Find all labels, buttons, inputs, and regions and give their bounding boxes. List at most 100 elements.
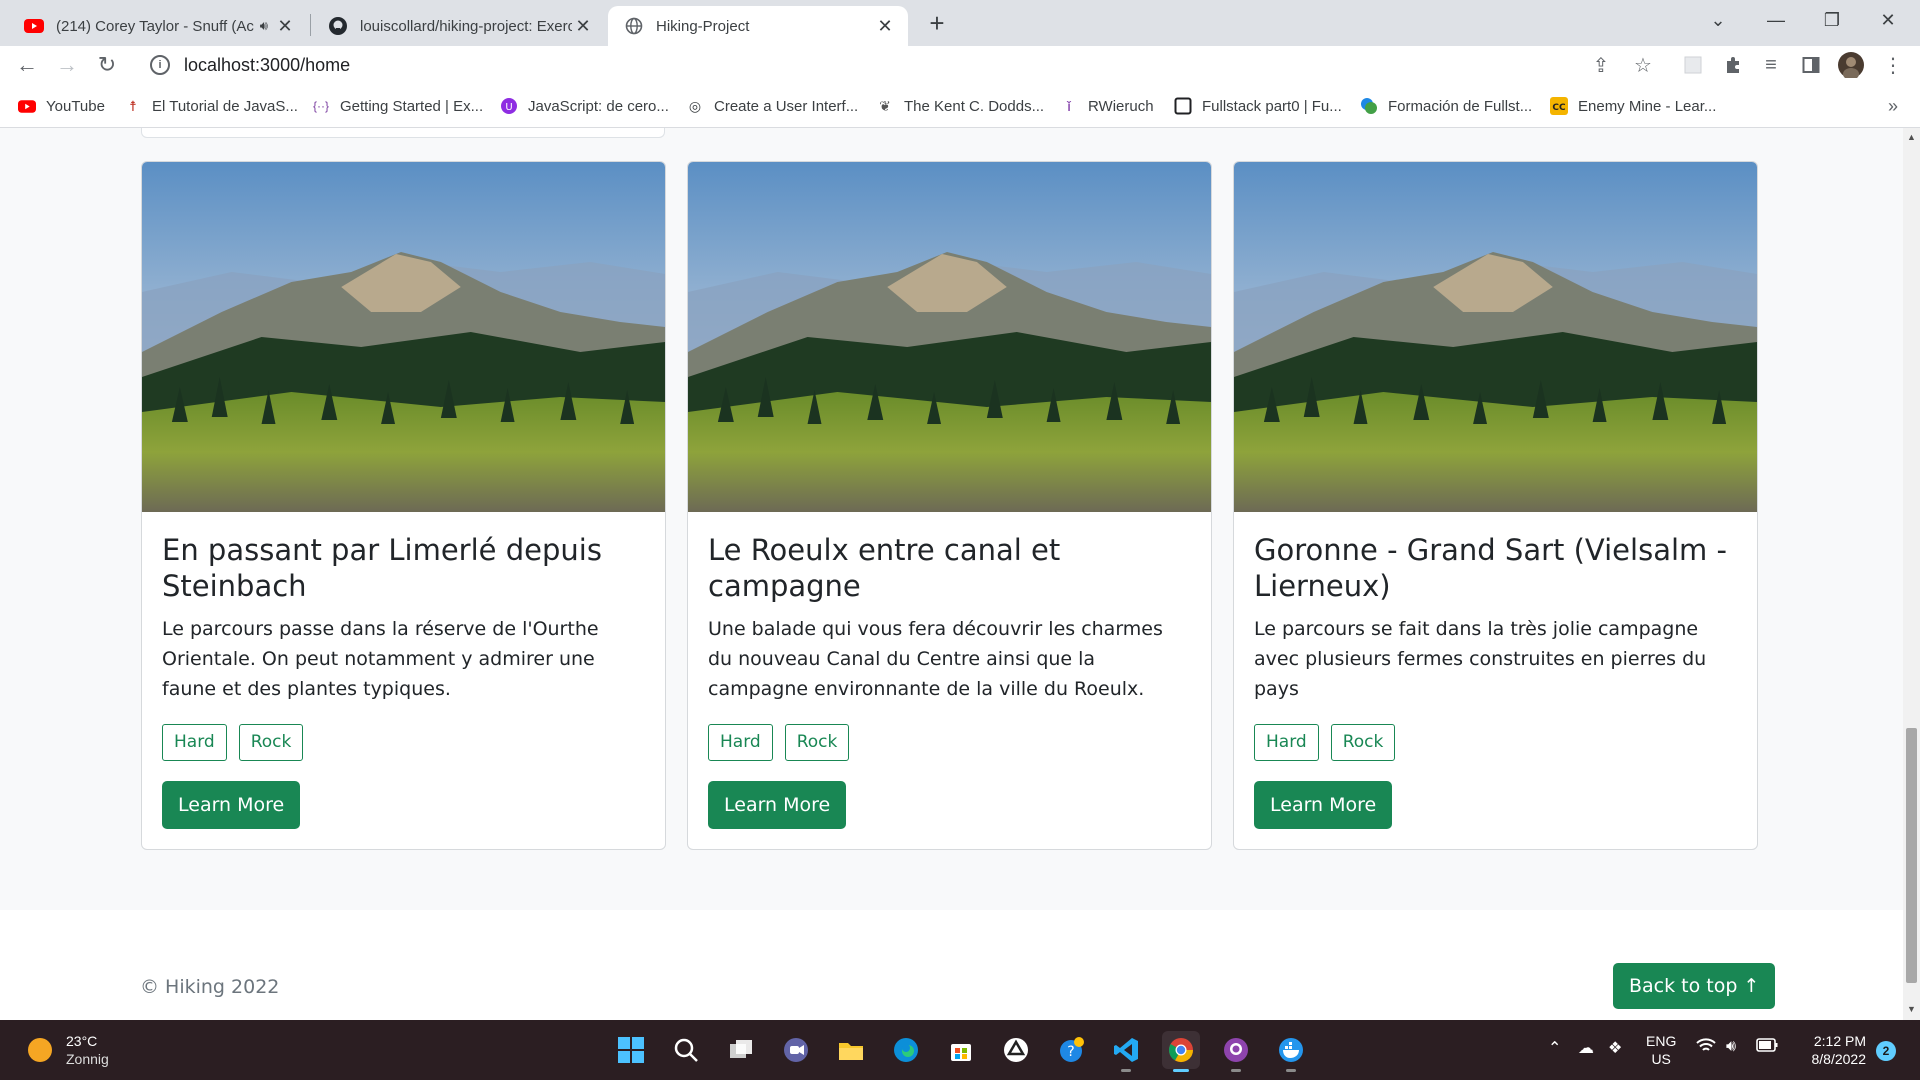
browser-tab-youtube[interactable]: (214) Corey Taylor - Snuff (Ac 🔊︎ ✕ [8, 6, 308, 46]
bookmark-item[interactable]: CC Enemy Mine - Lear... [1550, 94, 1716, 118]
volume-icon[interactable]: 🔊︎ [1726, 1038, 1736, 1056]
bookmark-item[interactable]: Fullstack part0 | Fu... [1174, 94, 1342, 118]
more-bookmarks-icon[interactable]: » [1888, 96, 1898, 117]
clock-time: 2:12 PM [1813, 1033, 1866, 1049]
search-icon[interactable] [667, 1031, 705, 1069]
restore-icon[interactable]: ❐ [1804, 0, 1860, 40]
github-desktop-icon[interactable] [1217, 1031, 1255, 1072]
weather-desc: Zonnig [66, 1051, 109, 1067]
terrain-badge: Rock [1330, 724, 1396, 761]
bookmark-item[interactable]: ❦ The Kent C. Dodds... [876, 94, 1044, 118]
card-description: Le parcours se fait dans la très jolie c… [1254, 618, 1707, 700]
copyright-text: © Hiking 2022 [140, 976, 280, 998]
battery-icon[interactable] [1756, 1038, 1778, 1057]
reload-icon[interactable]: ↻ [90, 48, 124, 82]
reading-list-icon[interactable]: ≡ [1758, 52, 1784, 78]
scrollbar-thumb[interactable] [1906, 728, 1917, 983]
task-view-icon[interactable] [722, 1031, 760, 1069]
terrain-badge: Rock [784, 724, 850, 761]
sun-icon [28, 1038, 52, 1062]
browser-tab-hiking-project[interactable]: Hiking-Project ✕ [608, 6, 908, 46]
active-indicator [1173, 1069, 1189, 1072]
minimize-icon[interactable]: — [1748, 0, 1804, 40]
edge-icon[interactable] [887, 1031, 925, 1069]
close-tab-icon[interactable]: ✕ [874, 15, 896, 37]
scroll-up-icon[interactable]: ▲ [1907, 132, 1916, 142]
url-text: localhost:3000/home [184, 54, 351, 75]
glasses-icon: ◎ [688, 97, 702, 114]
learn-more-button[interactable]: Learn More [162, 781, 301, 829]
github-icon [328, 16, 348, 36]
help-icon[interactable]: ? [1052, 1031, 1090, 1069]
bookmark-item[interactable]: {··} Getting Started | Ex... [312, 94, 483, 118]
new-tab-icon[interactable]: + [922, 8, 952, 38]
close-tab-icon[interactable]: ✕ [572, 15, 594, 37]
notification-count-badge[interactable]: 2 [1876, 1041, 1896, 1061]
bookmark-item[interactable]: ☨ El Tutorial de JavaS... [124, 94, 298, 118]
share-icon[interactable]: ⇪ [1588, 52, 1614, 78]
file-explorer-icon[interactable] [832, 1031, 870, 1069]
forward-icon[interactable]: → [50, 48, 84, 82]
back-to-top-button[interactable]: Back to top ↑ [1613, 963, 1776, 1009]
bookmark-label: The Kent C. Dodds... [904, 97, 1045, 115]
chrome-menu-icon[interactable]: ⋮ [1880, 52, 1906, 78]
tab-title: louiscollard/hiking-project: Exerc [360, 17, 572, 35]
mountain-landscape-image [1234, 162, 1757, 512]
bookmark-item[interactable]: ǐ RWieruch [1060, 94, 1153, 118]
site-info-icon[interactable]: i [150, 55, 170, 75]
bookmark-label: El Tutorial de JavaS... [152, 97, 298, 115]
card-description: Une balade qui vous fera découvrir les c… [708, 618, 1163, 700]
close-window-icon[interactable]: ✕ [1860, 0, 1916, 40]
store-icon[interactable] [942, 1031, 980, 1069]
difficulty-badge: Hard [162, 724, 227, 761]
speaker-icon[interactable]: 🔊︎ [260, 18, 268, 34]
browser-tab-github[interactable]: louiscollard/hiking-project: Exerc ✕ [312, 6, 606, 46]
svg-text:?: ? [1067, 1044, 1074, 1060]
weather-widget[interactable]: 23°C Zonnig [28, 1032, 109, 1068]
card-title: Goronne - Grand Sart (Vielsalm - Lierneu… [1254, 533, 1727, 603]
card-title: Le Roeulx entre canal et campagne [708, 533, 1061, 603]
bookmark-label: JavaScript: de cero... [528, 97, 669, 115]
tab-search-icon[interactable]: ⌄ [1690, 0, 1746, 40]
unity-icon[interactable] [997, 1031, 1035, 1069]
start-icon[interactable] [612, 1031, 650, 1069]
address-bar[interactable]: i localhost:3000/home [138, 48, 1668, 82]
terrain-badge: Rock [238, 724, 304, 761]
clock-date: 8/8/2022 [1811, 1051, 1867, 1067]
chrome-icon[interactable] [1162, 1031, 1200, 1072]
docker-icon[interactable] [1272, 1031, 1310, 1072]
scroll-down-icon[interactable]: ▼ [1907, 1004, 1916, 1014]
onedrive-cloud-icon[interactable]: ☁ [1578, 1038, 1594, 1058]
back-icon[interactable]: ← [10, 48, 44, 82]
close-tab-icon[interactable]: ✕ [274, 15, 296, 37]
extensions-puzzle-icon[interactable] [1720, 52, 1746, 78]
mountain-landscape-image [142, 162, 665, 512]
bookmark-item[interactable]: U JavaScript: de cero... [500, 94, 669, 118]
bookmark-item[interactable]: Formación de Fullst... [1360, 94, 1532, 118]
circle-icon: U [500, 97, 518, 115]
running-indicator [1231, 1069, 1241, 1072]
input-language-indicator[interactable]: ENG US [1646, 1032, 1676, 1068]
dropbox-icon[interactable]: ❖ [1608, 1038, 1622, 1058]
wifi-icon[interactable] [1696, 1038, 1716, 1059]
windows-taskbar: 23°C Zonnig ? ⌃ ☁ ❖ ENG US 🔊︎ 2:12 PM 8/… [0, 1020, 1920, 1080]
extension-placeholder-icon[interactable] [1680, 52, 1706, 78]
teams-chat-icon[interactable] [777, 1031, 815, 1069]
youtube-icon [18, 97, 36, 115]
system-clock[interactable]: 2:12 PM 8/8/2022 [1796, 1032, 1867, 1068]
learn-more-button[interactable]: Learn More [1254, 781, 1393, 829]
vscode-icon[interactable] [1107, 1031, 1145, 1072]
difficulty-badge: Hard [708, 724, 773, 761]
profile-avatar[interactable] [1838, 52, 1864, 78]
bookmark-item[interactable]: ◎ Create a User Interf... [686, 94, 858, 118]
bookmark-item[interactable]: YouTube [18, 94, 105, 118]
show-hidden-icons-icon[interactable]: ⌃ [1548, 1038, 1561, 1058]
bookmark-label: Getting Started | Ex... [340, 97, 484, 115]
bookmark-label: Formación de Fullst... [1388, 97, 1533, 115]
hike-card: En passant par Limerlé depuis Steinbach … [141, 161, 666, 850]
page-scrollbar[interactable]: ▲ ▼ [1903, 128, 1920, 1020]
learn-more-button[interactable]: Learn More [708, 781, 847, 829]
bookmark-star-icon[interactable]: ☆ [1630, 52, 1656, 78]
language-code: ENG [1646, 1033, 1677, 1049]
side-panel-icon[interactable] [1798, 52, 1824, 78]
